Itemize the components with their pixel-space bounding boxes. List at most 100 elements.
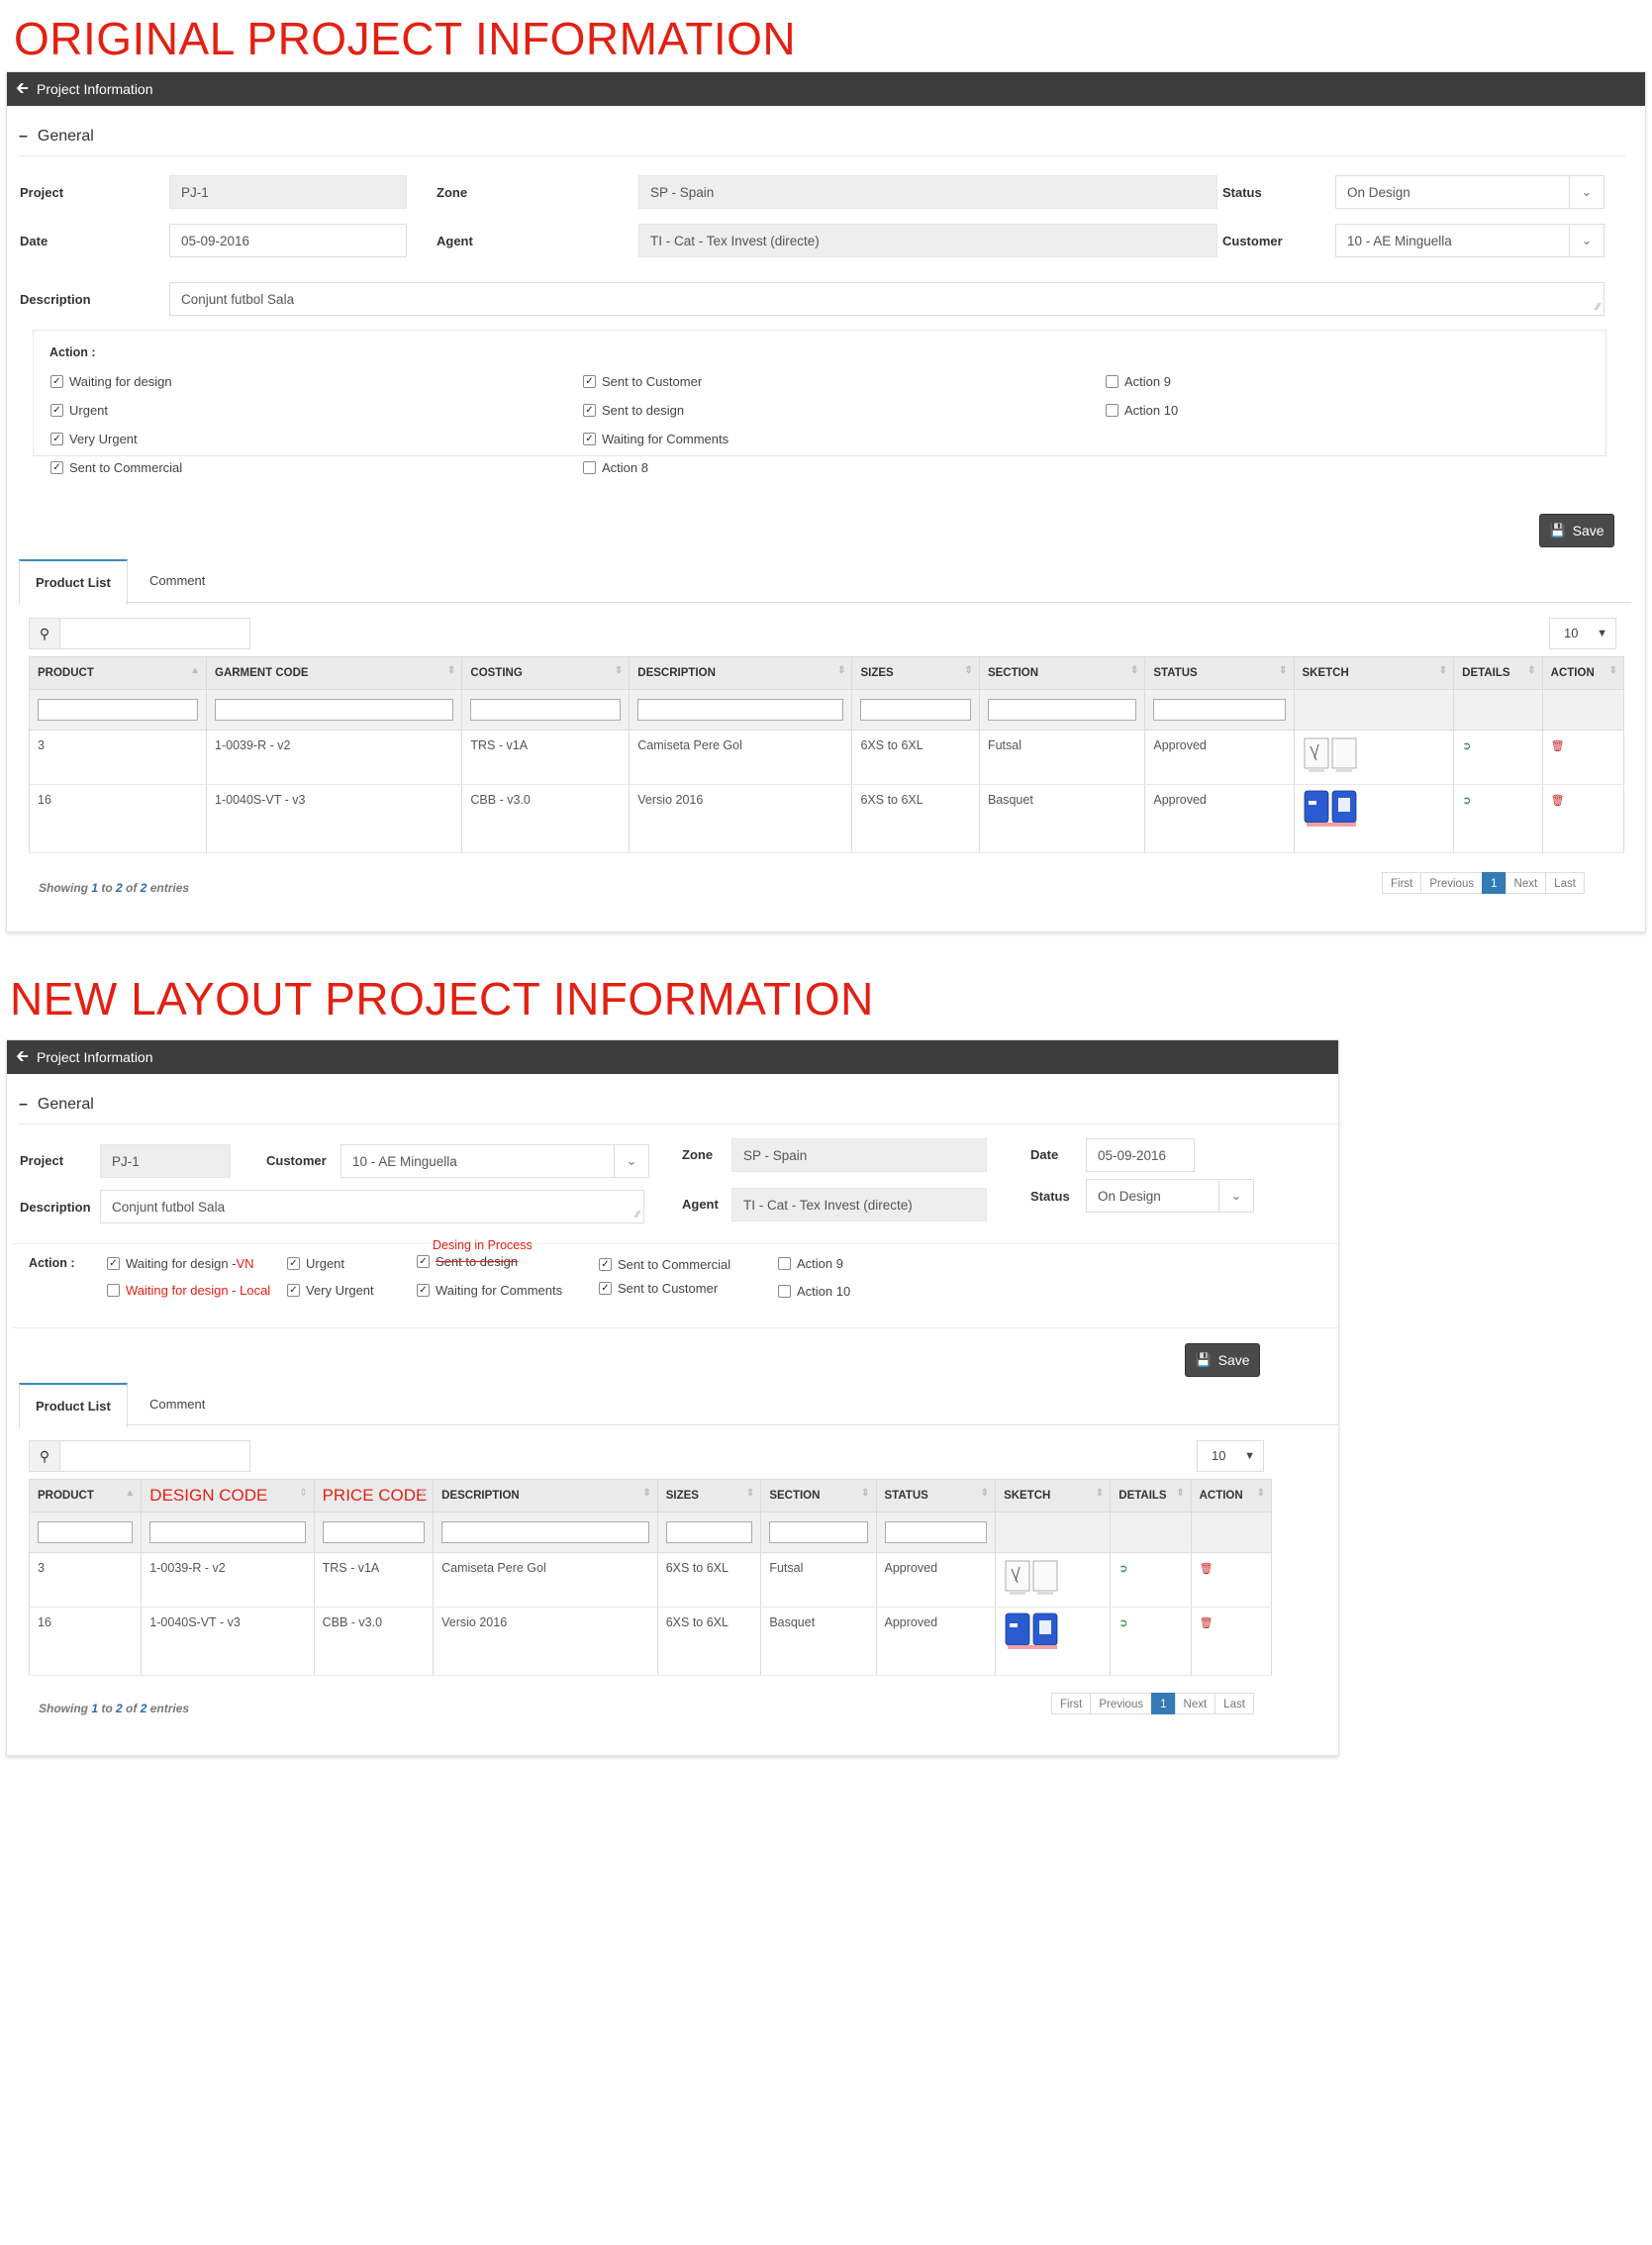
column-filter-input[interactable]: [215, 699, 454, 721]
pager-first[interactable]: First: [1382, 872, 1422, 894]
pager-previous[interactable]: Previous: [1420, 872, 1484, 894]
tab-product-list[interactable]: Product List: [19, 559, 128, 605]
column-header[interactable]: PRICE CODE ⇕: [313, 1479, 435, 1513]
pager-first[interactable]: First: [1051, 1693, 1092, 1714]
save-button[interactable]: 💾 Save: [1185, 1343, 1260, 1377]
checkbox-sent-to-design[interactable]: ✓ Sent to design: [417, 1254, 518, 1269]
sketch-thumbnail[interactable]: [995, 1552, 1112, 1608]
column-header[interactable]: DETAILS ⇕: [1110, 1479, 1192, 1513]
details-icon[interactable]: ➲: [1118, 1563, 1127, 1575]
customer-select[interactable]: 10 - AE Minguella ⌄: [340, 1144, 649, 1178]
details-icon[interactable]: ➲: [1118, 1617, 1127, 1629]
checkbox-waiting-design-local[interactable]: Waiting for design - Local: [107, 1283, 270, 1298]
checkbox-action-2[interactable]: ✓ Very Urgent: [50, 432, 138, 446]
pager-1[interactable]: 1: [1482, 872, 1506, 894]
details-icon[interactable]: ➲: [1462, 795, 1471, 807]
column-header[interactable]: DESIGN CODE ⇕: [141, 1479, 315, 1513]
column-header[interactable]: SIZES ⇕: [656, 1479, 762, 1513]
column-header[interactable]: DESCRIPTION ⇕: [629, 656, 853, 690]
checkbox-action-0[interactable]: ✓ Waiting for design: [50, 374, 172, 389]
search-icon[interactable]: ⚲: [29, 1440, 60, 1472]
checkbox-action-9[interactable]: Action 10: [1106, 403, 1178, 418]
tab-comment[interactable]: Comment: [134, 1383, 221, 1425]
checkbox-action-5[interactable]: ✓ Sent to design: [583, 403, 684, 418]
checkbox-action-3[interactable]: ✓ Sent to Commercial: [50, 460, 182, 475]
column-filter-input[interactable]: [987, 699, 1137, 721]
checkbox-waiting-design-vn[interactable]: ✓ Waiting for design - VN: [107, 1256, 254, 1271]
details-icon[interactable]: ➲: [1462, 740, 1471, 752]
save-button[interactable]: 💾 Save: [1539, 514, 1614, 547]
pager-next[interactable]: Next: [1174, 1693, 1216, 1714]
trash-icon[interactable]: 🗑: [1551, 740, 1565, 752]
column-header[interactable]: SIZES ⇕: [851, 656, 980, 690]
tab-product-list[interactable]: Product List: [19, 1383, 128, 1428]
table-row[interactable]: 3 1-0039-R - v2 TRS - v1A Camiseta Pere Gol…: [28, 1552, 1273, 1608]
table-row[interactable]: 3 1-0039-R - v2 TRS - v1A Camiseta Pere Gol…: [29, 730, 1625, 785]
column-filter-input[interactable]: [149, 1521, 306, 1543]
trash-icon[interactable]: 🗑: [1200, 1563, 1214, 1575]
column-filter-input[interactable]: [637, 699, 844, 721]
resize-grip-icon[interactable]: ∕∕: [636, 1210, 639, 1220]
section-general-toggle[interactable]: – General: [19, 1096, 94, 1114]
column-header[interactable]: SKETCH ⇕: [1293, 656, 1455, 690]
page-length-select[interactable]: 10 ▼: [1549, 618, 1616, 649]
column-header[interactable]: PRODUCT ▲: [28, 1479, 143, 1513]
column-filter-input[interactable]: [665, 1521, 753, 1543]
checkbox-action-4[interactable]: ✓ Sent to Customer: [583, 374, 702, 389]
checkbox-very-urgent[interactable]: ✓ Very Urgent: [287, 1283, 374, 1298]
table-row[interactable]: 16 1-0040S-VT - v3 CBB - v3.0 Versio 2016 6X…: [28, 1607, 1273, 1676]
column-filter-input[interactable]: [470, 699, 622, 721]
column-header[interactable]: STATUS ⇕: [875, 1479, 997, 1513]
resize-grip-icon[interactable]: ∕∕: [1597, 302, 1600, 313]
checkbox-sent-commercial[interactable]: ✓ Sent to Commercial: [599, 1257, 730, 1272]
checkbox-waiting-comments[interactable]: ✓ Waiting for Comments: [417, 1283, 562, 1298]
search-input[interactable]: [60, 1440, 250, 1472]
checkbox-urgent[interactable]: ✓ Urgent: [287, 1256, 344, 1271]
column-header[interactable]: GARMENT CODE ⇕: [205, 656, 463, 690]
description-textarea[interactable]: Conjunt futbol Sala ∕∕: [100, 1190, 644, 1223]
checkbox-action-6[interactable]: ✓ Waiting for Comments: [583, 432, 729, 446]
column-header[interactable]: PRODUCT ▲: [29, 656, 207, 690]
column-filter-input[interactable]: [441, 1521, 649, 1543]
pager-1[interactable]: 1: [1151, 1693, 1176, 1714]
checkbox-sent-customer[interactable]: ✓ Sent to Customer: [599, 1281, 718, 1296]
page-length-select[interactable]: 10 ▼: [1197, 1440, 1264, 1472]
column-header[interactable]: DETAILS ⇕: [1453, 656, 1543, 690]
column-filter-input[interactable]: [38, 1521, 134, 1543]
back-arrow-icon[interactable]: 🡰: [16, 1040, 29, 1074]
column-filter-input[interactable]: [38, 699, 198, 721]
column-filter-input[interactable]: [884, 1521, 988, 1543]
column-filter-input[interactable]: [1153, 699, 1286, 721]
checkbox-action-1[interactable]: ✓ Urgent: [50, 403, 108, 418]
description-textarea[interactable]: Conjunt futbol Sala ∕∕: [169, 282, 1604, 316]
status-select[interactable]: On Design ⌄: [1086, 1179, 1254, 1213]
trash-icon[interactable]: 🗑: [1551, 795, 1565, 807]
column-header[interactable]: STATUS ⇕: [1144, 656, 1295, 690]
column-filter-input[interactable]: [769, 1521, 868, 1543]
sketch-thumbnail[interactable]: [995, 1607, 1112, 1676]
trash-icon[interactable]: 🗑: [1200, 1617, 1214, 1629]
date-field[interactable]: 05-09-2016: [1086, 1138, 1195, 1172]
column-filter-input[interactable]: [322, 1521, 426, 1543]
back-arrow-icon[interactable]: 🡰: [16, 72, 29, 106]
column-filter-input[interactable]: [860, 699, 971, 721]
pager-last[interactable]: Last: [1215, 1693, 1254, 1714]
column-header[interactable]: ACTION ⇕: [1541, 656, 1625, 690]
column-header[interactable]: SECTION ⇕: [978, 656, 1146, 690]
status-select[interactable]: On Design ⌄: [1335, 175, 1604, 209]
checkbox-action-9[interactable]: Action 9: [778, 1256, 843, 1271]
checkbox-action-7[interactable]: Action 8: [583, 460, 648, 475]
column-header[interactable]: COSTING ⇕: [461, 656, 631, 690]
search-input[interactable]: [60, 618, 250, 649]
checkbox-action-8[interactable]: Action 9: [1106, 374, 1171, 389]
column-header[interactable]: SKETCH ⇕: [995, 1479, 1112, 1513]
date-field[interactable]: 05-09-2016: [169, 224, 407, 257]
checkbox-action-10[interactable]: Action 10: [778, 1284, 850, 1299]
table-row[interactable]: 16 1-0040S-VT - v3 CBB - v3.0 Versio 2016 6X…: [29, 784, 1625, 853]
column-header[interactable]: DESCRIPTION ⇕: [433, 1479, 658, 1513]
sketch-thumbnail[interactable]: [1293, 730, 1455, 785]
pager-previous[interactable]: Previous: [1090, 1693, 1153, 1714]
pager-last[interactable]: Last: [1545, 872, 1585, 894]
column-header[interactable]: ACTION ⇕: [1190, 1479, 1273, 1513]
section-general-toggle[interactable]: – General: [19, 128, 94, 146]
